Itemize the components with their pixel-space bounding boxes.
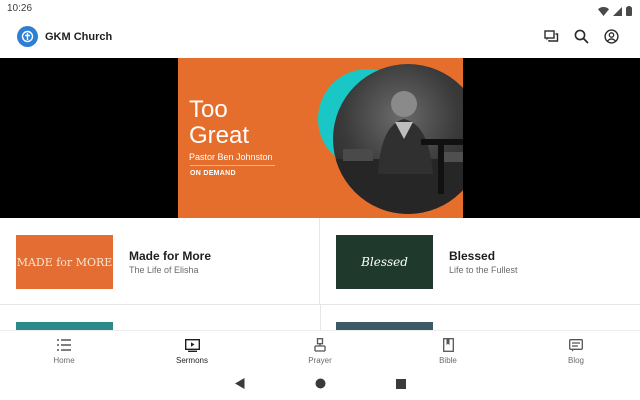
series-title: Made for More xyxy=(129,249,212,263)
hero-title-line2: Great xyxy=(189,122,250,149)
app-actions xyxy=(543,28,620,45)
grid-divider xyxy=(320,305,321,330)
back-icon[interactable] xyxy=(234,376,245,394)
nav-bible[interactable]: Bible xyxy=(384,331,512,370)
chat-icon[interactable] xyxy=(543,28,560,45)
prayer-icon xyxy=(312,337,328,353)
account-icon[interactable] xyxy=(603,28,620,45)
series-card-blessed[interactable]: Blessed Blessed Life to the Fullest xyxy=(320,218,640,305)
nav-label: Sermons xyxy=(175,356,208,365)
series-card-made-for-more[interactable]: MADE for MORE Made for More The Life of … xyxy=(0,218,320,305)
nav-label: Blog xyxy=(567,356,584,365)
book-icon xyxy=(440,337,456,353)
hero-banner[interactable]: Too Great Pastor Ben Johnston ON DEMAND xyxy=(0,58,640,218)
series-subtitle: Life to the Fullest xyxy=(449,265,518,275)
nav-label: Prayer xyxy=(308,356,332,365)
series-subtitle: The Life of Elisha xyxy=(129,265,199,275)
home-circle-icon[interactable] xyxy=(315,376,326,394)
app-title: GKM Church xyxy=(45,31,113,43)
thumbnail-text: MADE for MORE xyxy=(16,255,113,269)
status-time: 10:26 xyxy=(7,3,33,14)
series-thumbnail-peek[interactable] xyxy=(16,322,113,330)
pastor-photo xyxy=(333,64,463,214)
list-icon xyxy=(56,337,72,353)
bottom-nav: Home Sermons Prayer Bible Blog xyxy=(0,330,640,370)
nav-blog[interactable]: Blog xyxy=(512,331,640,370)
system-nav xyxy=(0,370,640,400)
hero-divider xyxy=(190,165,275,166)
series-thumbnail-peek[interactable] xyxy=(336,322,433,330)
app-bar: GKM Church xyxy=(0,18,640,58)
recents-square-icon[interactable] xyxy=(395,376,406,394)
nav-label: Bible xyxy=(439,356,457,365)
play-screen-icon xyxy=(184,337,200,353)
hero-artwork: Too Great Pastor Ben Johnston ON DEMAND xyxy=(178,58,463,218)
hero-title-line1: Too xyxy=(189,96,228,123)
series-title: Blessed xyxy=(449,249,496,263)
thumbnail-text: Blessed xyxy=(361,255,408,269)
on-demand-badge: ON DEMAND xyxy=(190,170,236,177)
search-icon[interactable] xyxy=(573,28,590,45)
blog-icon xyxy=(568,337,584,353)
series-thumbnail: Blessed xyxy=(336,235,433,289)
nav-label: Home xyxy=(53,356,75,365)
nav-home[interactable]: Home xyxy=(0,331,128,370)
church-logo-icon xyxy=(17,26,38,47)
hero-speaker: Pastor Ben Johnston xyxy=(189,152,273,162)
nav-prayer[interactable]: Prayer xyxy=(256,331,384,370)
series-thumbnail: MADE for MORE xyxy=(16,235,113,289)
status-bar: 10:26 xyxy=(0,0,640,18)
hero-title: Too Great xyxy=(189,97,249,149)
nav-sermons[interactable]: Sermons xyxy=(128,331,256,370)
